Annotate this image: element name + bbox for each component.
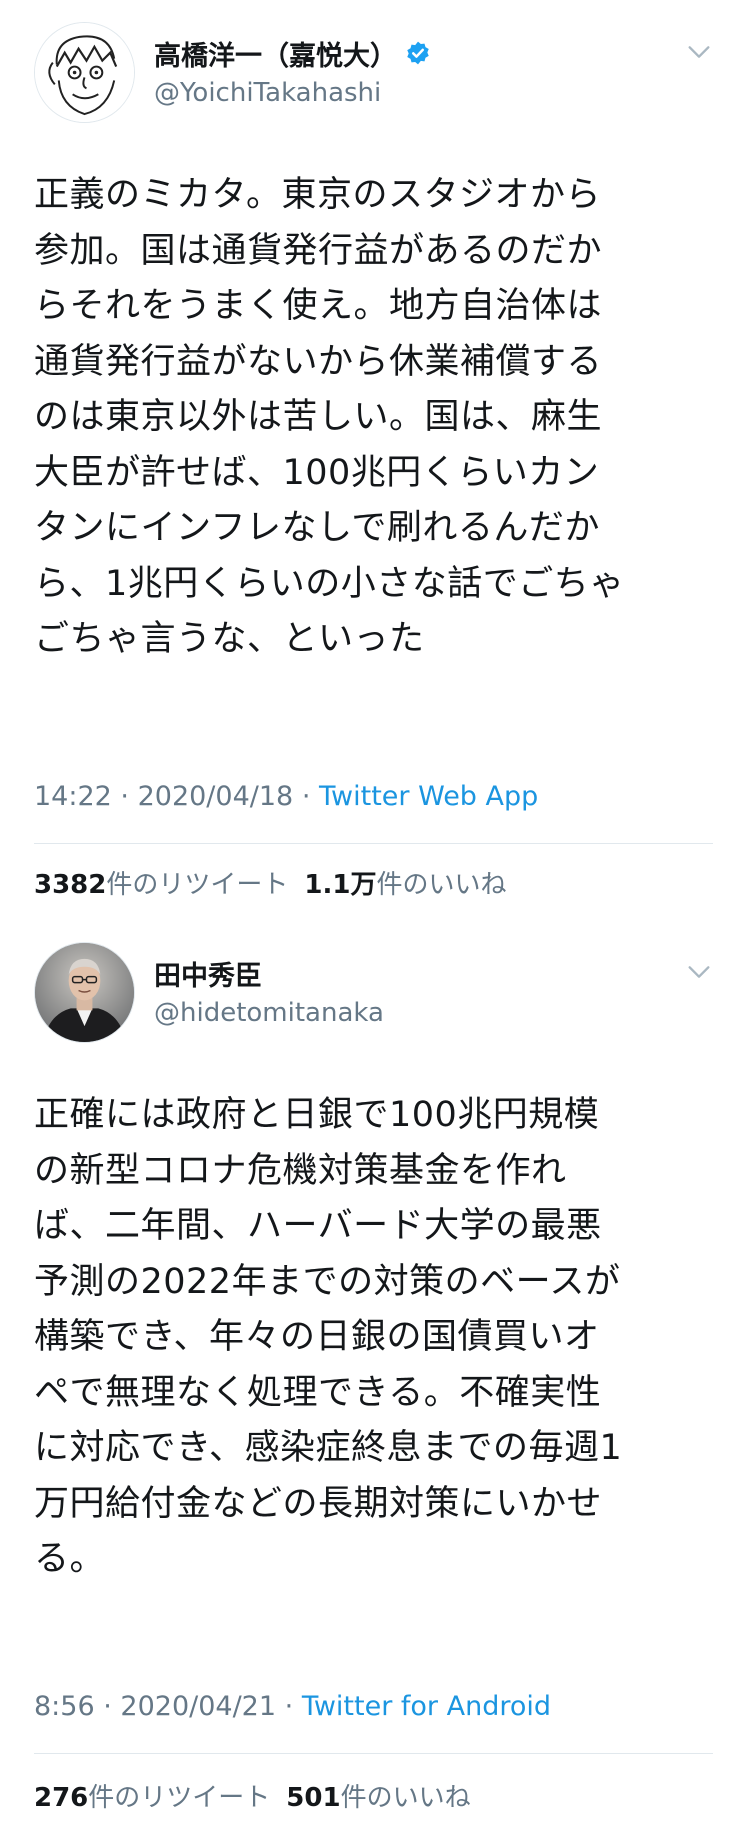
like-stat[interactable]: 501件のいいね <box>286 1783 470 1813</box>
caricature-avatar-image <box>35 23 134 122</box>
tweet-date[interactable]: 2020/04/21 <box>120 1691 276 1722</box>
tweet-stats: 276件のリツイート 501件のいいね <box>34 1777 471 1814</box>
tweet-time[interactable]: 14:22 <box>34 781 112 812</box>
meta-separator: · <box>284 1691 294 1722</box>
retweet-stat[interactable]: 276件のリツイート <box>34 1783 270 1813</box>
handle[interactable]: @hidetomitanaka <box>154 998 384 1028</box>
tweet-text: 正確には政府と日銀で100兆円規模 の新型コロナ危機対策基金を作れ ば、二年間、… <box>34 1095 623 1579</box>
verified-badge-icon <box>407 41 429 65</box>
chevron-down-icon[interactable] <box>685 38 713 66</box>
like-count: 501 <box>286 1783 341 1813</box>
handle[interactable]: @YoichiTakahashi <box>154 78 381 108</box>
tweet-date[interactable]: 2020/04/18 <box>138 781 294 812</box>
like-count: 1.1万 <box>304 870 377 900</box>
tweet-time[interactable]: 8:56 <box>34 1691 95 1722</box>
profile-photo-image <box>35 943 134 1042</box>
retweet-count: 3382 <box>34 870 107 900</box>
divider <box>34 1753 713 1754</box>
display-name[interactable]: 田中秀臣 <box>154 954 262 993</box>
retweet-stat[interactable]: 3382件のリツイート <box>34 870 288 900</box>
retweet-count: 276 <box>34 1783 89 1813</box>
divider <box>34 843 713 844</box>
tweet-source-link[interactable]: Twitter for Android <box>302 1691 551 1722</box>
like-stat[interactable]: 1.1万件のいいね <box>304 870 506 900</box>
avatar[interactable] <box>34 22 135 123</box>
name-row: 高橋洋一（嘉悦大） <box>154 34 431 73</box>
retweet-label: 件のリツイート <box>106 870 289 900</box>
avatar[interactable] <box>34 942 135 1043</box>
tweet: 田中秀臣 @hidetomitanaka 正確には政府と日銀で100兆円規模 の… <box>0 920 747 1840</box>
meta-separator: · <box>120 781 129 812</box>
name-row: 田中秀臣 <box>154 954 262 993</box>
like-label: 件のいいね <box>340 1783 471 1813</box>
tweet-text: 正義のミカタ。東京のスタジオから 参加。国は通貨発行益があるのだか らそれをうま… <box>34 175 625 659</box>
display-name[interactable]: 高橋洋一（嘉悦大） <box>154 34 397 73</box>
chevron-down-icon[interactable] <box>685 958 713 986</box>
like-label: 件のいいね <box>376 870 507 900</box>
tweet-stats: 3382件のリツイート 1.1万件のいいね <box>34 864 506 901</box>
tweet: 高橋洋一（嘉悦大） @YoichiTakahashi 正義のミカタ。東京のスタジ… <box>0 0 747 906</box>
tweet-meta: 8:56 · 2020/04/21 · Twitter for Android <box>34 1691 551 1722</box>
tweet-meta: 14:22 · 2020/04/18 · Twitter Web App <box>34 781 538 812</box>
tweet-source-link[interactable]: Twitter Web App <box>319 781 538 812</box>
meta-separator: · <box>103 1691 112 1722</box>
retweet-label: 件のリツイート <box>88 1783 271 1813</box>
meta-separator: · <box>301 781 311 812</box>
